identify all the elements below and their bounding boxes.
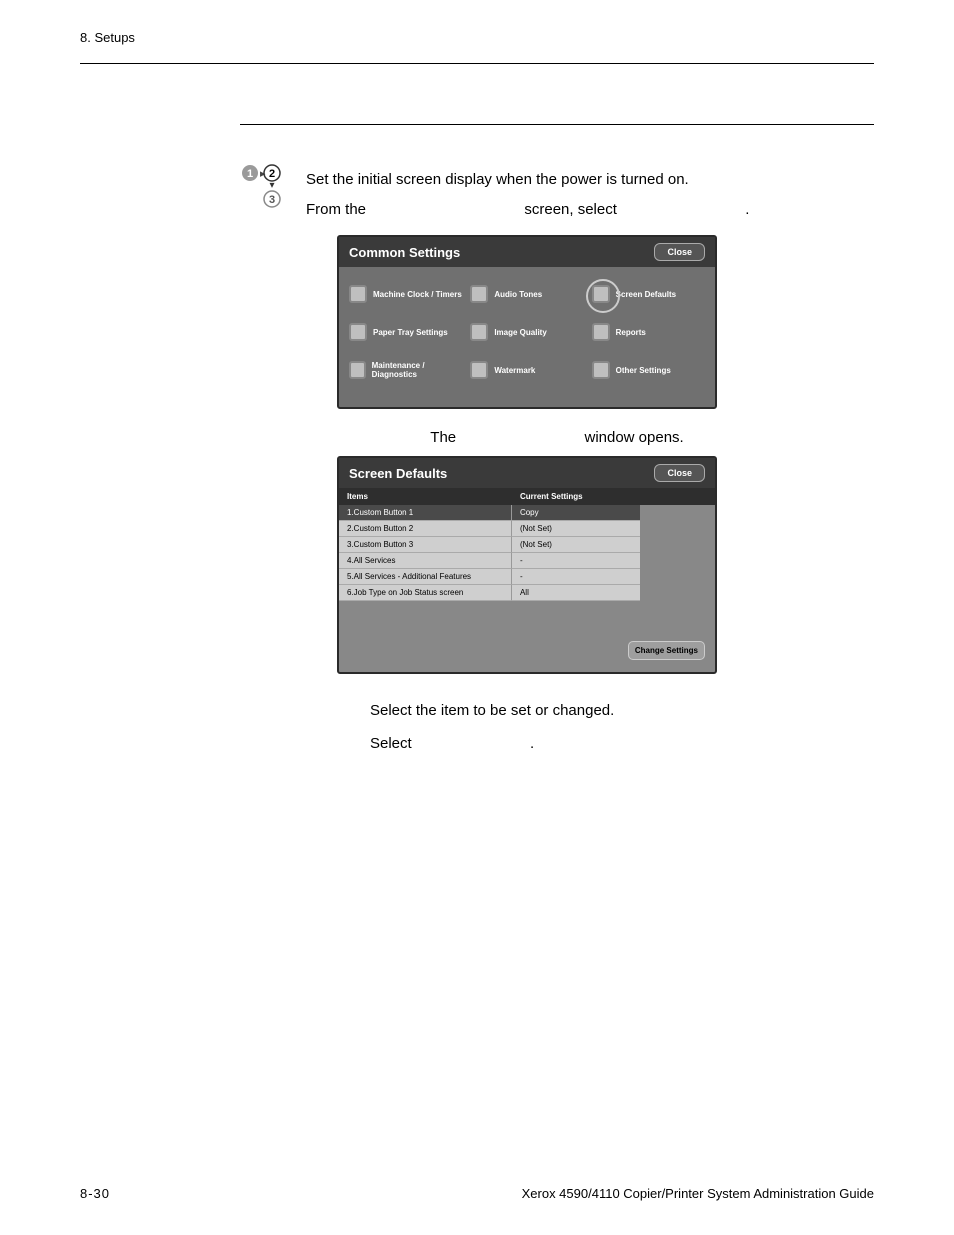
table-header: Items Current Settings [339, 488, 715, 505]
option-screen-defaults[interactable]: Screen Defaults [592, 285, 705, 303]
option-image-quality[interactable]: Image Quality [470, 323, 583, 341]
close-button[interactable]: Close [654, 464, 705, 482]
screen-defaults-panel: Screen Defaults Close Items Current Sett… [337, 456, 717, 674]
option-other-settings[interactable]: Other Settings [592, 361, 705, 379]
change-settings-button[interactable]: Change Settings [628, 641, 705, 660]
svg-text:▾: ▾ [269, 180, 274, 191]
table-row[interactable]: 6.Job Type on Job Status screenAll [339, 585, 715, 601]
instruction-line-1: Set the initial screen display when the … [306, 165, 749, 195]
content-rule [240, 124, 874, 125]
page-number: 8-30 [80, 1186, 110, 1201]
panel2-title: Screen Defaults [349, 466, 447, 481]
tail-line-1: Select the item to be set or changed. [370, 694, 874, 727]
option-watermark[interactable]: Watermark [470, 361, 583, 379]
common-settings-panel: Common Settings Close Machine Clock / Ti… [337, 235, 717, 409]
option-audio-tones[interactable]: Audio Tones [470, 285, 583, 303]
svg-text:3: 3 [269, 194, 275, 206]
option-paper-tray[interactable]: Paper Tray Settings [349, 323, 462, 341]
panel1-title: Common Settings [349, 245, 460, 260]
section-label: 8. Setups [80, 30, 874, 45]
footer-doc-title: Xerox 4590/4110 Copier/Printer System Ad… [522, 1186, 874, 1201]
table-row[interactable]: 1.Custom Button 1Copy [339, 505, 715, 521]
svg-text:1: 1 [247, 168, 253, 180]
option-maintenance[interactable]: Maintenance / Diagnostics [349, 361, 462, 379]
svg-text:2: 2 [269, 168, 275, 180]
option-reports[interactable]: Reports [592, 323, 705, 341]
instruction-line-2: From the screen, select . [306, 195, 749, 225]
table-row[interactable]: 3.Custom Button 3(Not Set) [339, 537, 715, 553]
close-button[interactable]: Close [654, 243, 705, 261]
option-machine-clock[interactable]: Machine Clock / Timers [349, 285, 462, 303]
table-row[interactable]: 2.Custom Button 2(Not Set) [339, 521, 715, 537]
mid-sentence: The window opens. [180, 429, 874, 446]
tail-line-2: Select . [370, 727, 874, 760]
table-row[interactable]: 4.All Services- [339, 553, 715, 569]
table-row[interactable]: 5.All Services - Additional Features- [339, 569, 715, 585]
steps-123-icon: 1 ▸ 2 ▾ 3 [240, 161, 288, 209]
